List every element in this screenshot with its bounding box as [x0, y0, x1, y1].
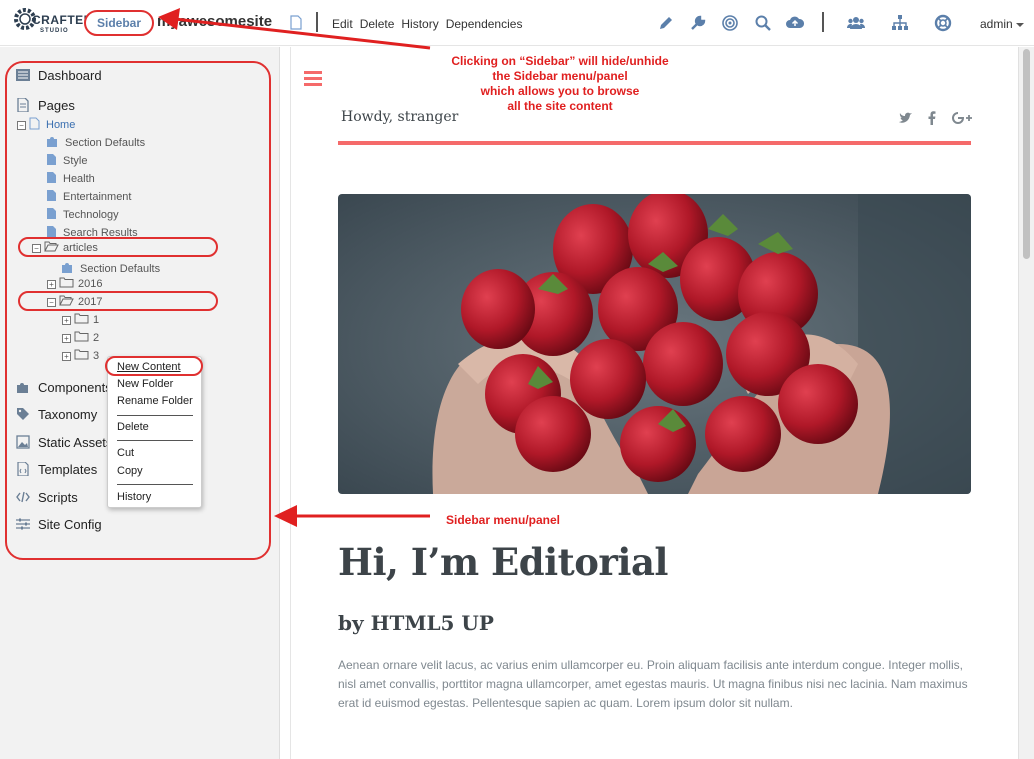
scrollbar[interactable]	[1018, 47, 1034, 759]
dependencies-link[interactable]: Dependencies	[446, 17, 523, 31]
divider	[822, 12, 824, 32]
search-icon[interactable]	[754, 14, 772, 32]
target-icon[interactable]	[721, 14, 739, 32]
help-icon[interactable]	[934, 14, 952, 32]
user-name: admin	[980, 17, 1013, 31]
page-icon[interactable]	[290, 15, 302, 30]
new-content-highlight	[105, 356, 203, 376]
page-heading: Hi, I’m Editorial	[338, 540, 668, 584]
page-subheading: by HTML5 UP	[338, 611, 494, 635]
menu-divider	[117, 484, 193, 485]
annotation-line: Clicking on “Sidebar” will hide/unhide	[451, 54, 669, 68]
context-menu: New Content New Folder Rename Folder Del…	[107, 356, 202, 508]
page-actions-menu: Edit Delete History Dependencies	[332, 17, 529, 31]
menu-divider	[117, 440, 193, 441]
edit-link[interactable]: Edit	[332, 17, 353, 31]
sidebar-toggle-annotation: Clicking on “Sidebar” will hide/unhide t…	[418, 54, 702, 114]
google-plus-icon[interactable]	[951, 110, 973, 126]
menu-divider	[117, 415, 193, 416]
sitemap-icon[interactable]	[891, 14, 909, 32]
header-accent-line	[338, 141, 971, 145]
history-link[interactable]: History	[401, 17, 438, 31]
logo-sub: STUDIO	[40, 28, 69, 34]
crafter-logo[interactable]: CRAFTER STUDIO	[10, 4, 92, 42]
menu-item-new-folder[interactable]: New Folder	[117, 378, 173, 390]
sidebar-toggle-button[interactable]: Sidebar	[84, 10, 154, 36]
annotation-line: the Sidebar menu/panel	[492, 69, 628, 83]
cloud-upload-icon[interactable]	[786, 14, 804, 32]
annotation-line: all the site content	[507, 99, 613, 113]
menu-item-history[interactable]: History	[117, 491, 151, 503]
delete-link[interactable]: Delete	[360, 17, 395, 31]
facebook-icon[interactable]	[924, 110, 940, 126]
wrench-icon[interactable]	[689, 14, 707, 32]
hero-image	[338, 194, 971, 494]
menu-item-copy[interactable]: Copy	[117, 465, 143, 477]
chevron-down-icon	[1015, 22, 1024, 27]
pencil-icon[interactable]	[657, 14, 675, 32]
scrollbar-thumb[interactable]	[1023, 49, 1030, 259]
menu-item-delete[interactable]: Delete	[117, 421, 149, 433]
menu-item-rename-folder[interactable]: Rename Folder	[117, 395, 193, 407]
menu-item-cut[interactable]: Cut	[117, 447, 134, 459]
twitter-icon[interactable]	[898, 110, 914, 126]
top-bar: CRAFTER STUDIO Sidebar myawesomesite Edi…	[0, 0, 1034, 46]
intro-paragraph: Aenean ornare velit lacus, ac varius eni…	[338, 658, 968, 710]
sidebar-panel-annotation: Sidebar menu/panel	[445, 513, 561, 527]
hamburger-menu-icon[interactable]	[304, 71, 322, 87]
annotation-line: which allows you to browse	[480, 84, 640, 98]
user-menu[interactable]: admin	[980, 17, 1024, 31]
divider	[316, 12, 318, 32]
site-name[interactable]: myawesomesite	[157, 13, 272, 30]
users-icon[interactable]	[847, 14, 865, 32]
